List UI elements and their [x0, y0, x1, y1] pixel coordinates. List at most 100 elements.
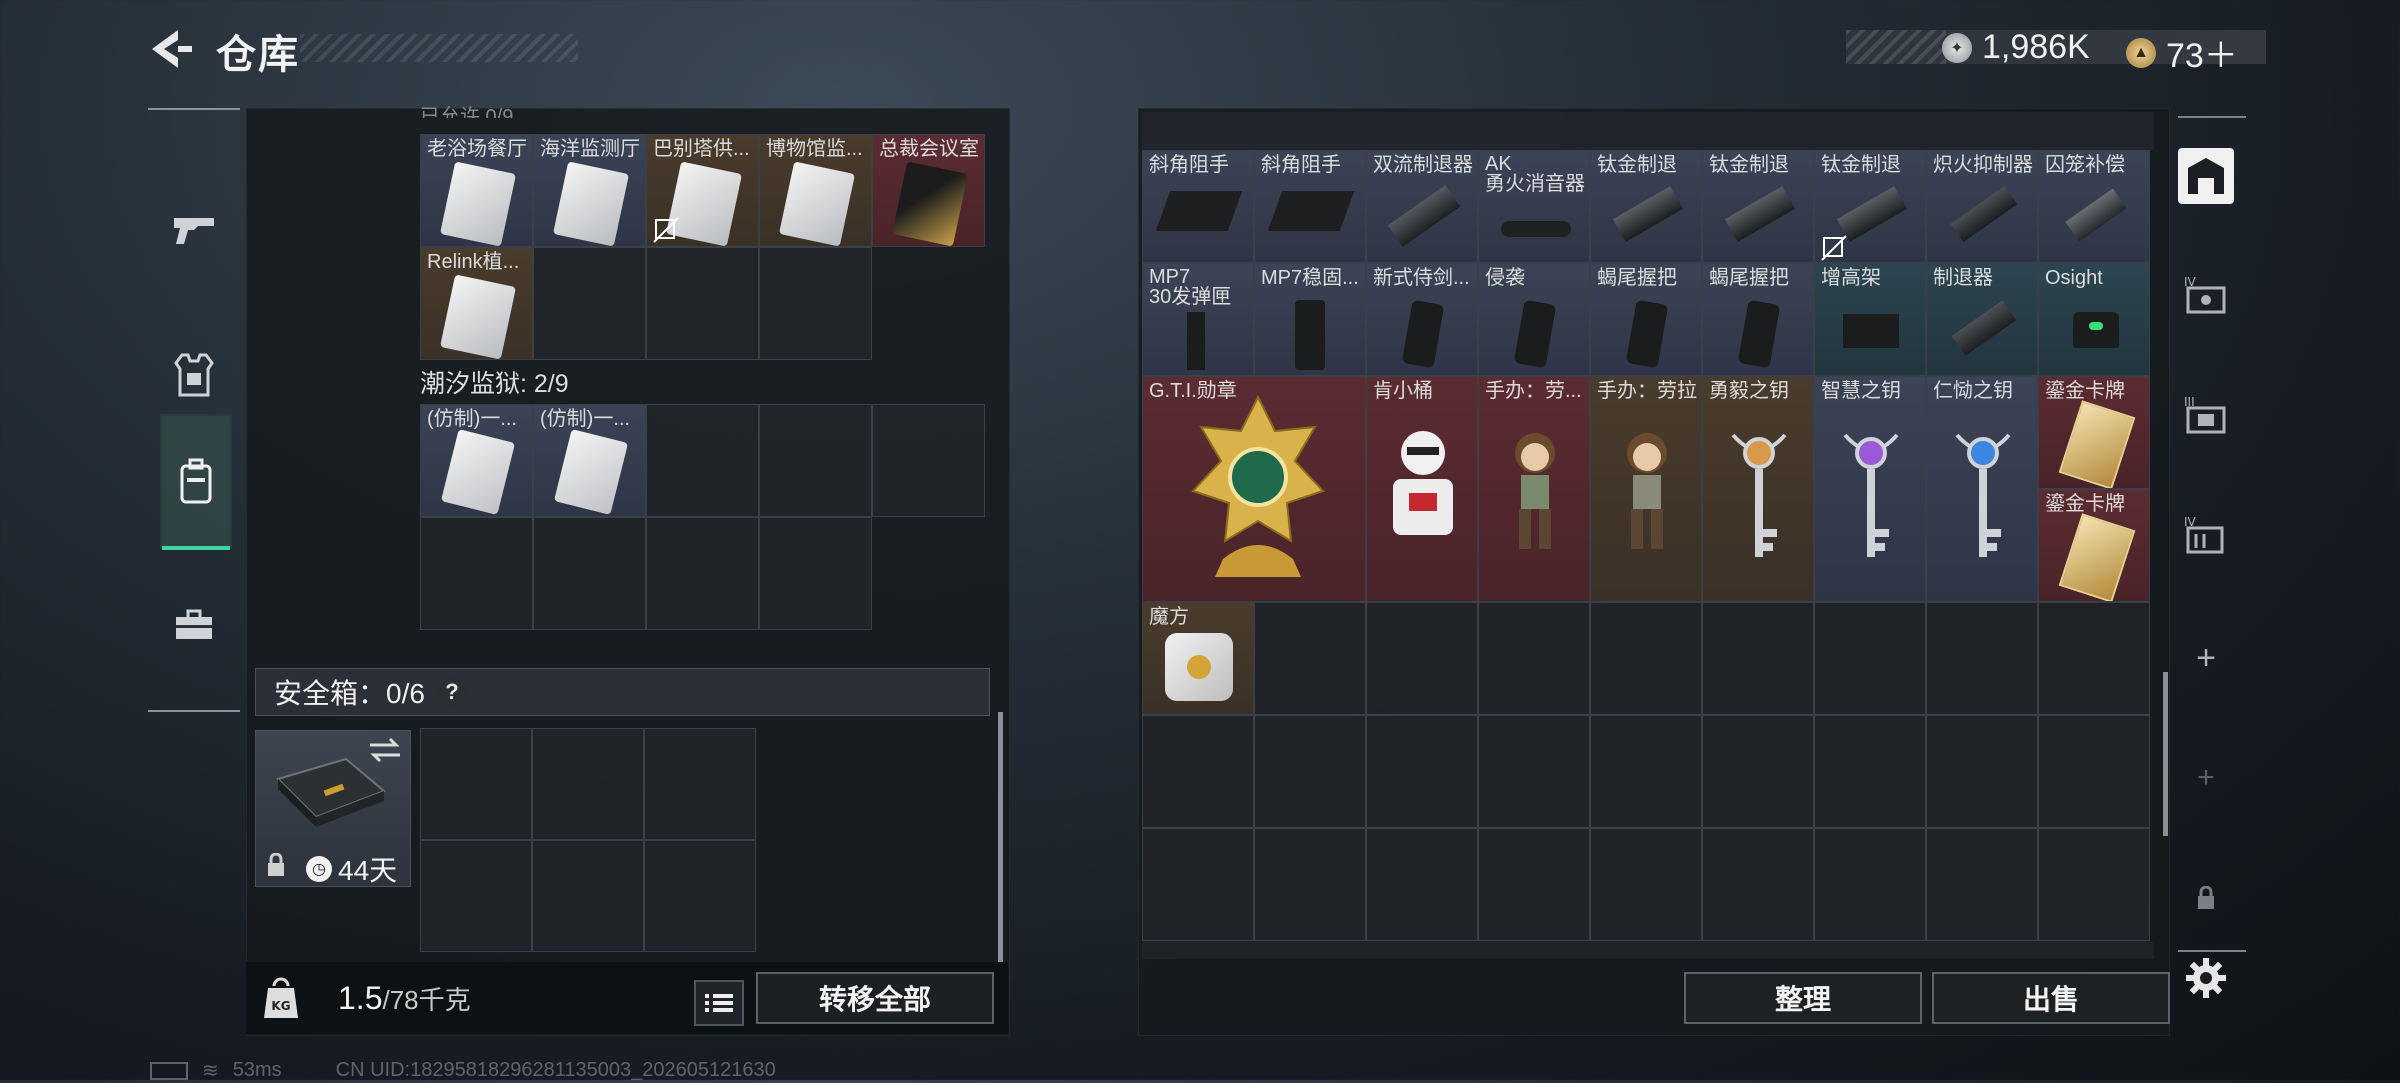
safe-slot[interactable]	[532, 840, 644, 952]
empty-slot[interactable]	[1254, 602, 1366, 715]
inventory-item[interactable]: 炽火抑制器	[1926, 150, 2038, 263]
empty-slot[interactable]	[1254, 828, 1366, 941]
inventory-item[interactable]: 海洋监测厅	[533, 134, 646, 247]
inventory-item[interactable]: 蝎尾握把	[1590, 263, 1702, 376]
inventory-item[interactable]: 智慧之钥	[1814, 376, 1926, 602]
inventory-item[interactable]: 钛金制退	[1814, 150, 1926, 263]
empty-slot[interactable]	[1814, 602, 1926, 715]
safe-slot[interactable]	[532, 728, 644, 840]
empty-slot[interactable]	[1366, 828, 1478, 941]
empty-slot[interactable]	[1590, 602, 1702, 715]
nav-weapons[interactable]	[160, 164, 228, 294]
empty-slot[interactable]	[533, 247, 646, 360]
empty-slot[interactable]	[1478, 602, 1590, 715]
inventory-item[interactable]: 钛金制退	[1590, 150, 1702, 263]
empty-slot[interactable]	[1142, 715, 1254, 828]
safe-slot[interactable]	[420, 728, 532, 840]
right-scrollbar[interactable]	[2163, 672, 2168, 836]
settings-button[interactable]	[2178, 950, 2234, 1006]
safe-slot[interactable]	[644, 728, 756, 840]
empty-slot[interactable]	[759, 247, 872, 360]
side-tab-storage-4[interactable]: IV	[2178, 268, 2234, 324]
inventory-item[interactable]: 斜角阻手	[1254, 150, 1366, 263]
empty-slot[interactable]	[533, 517, 646, 630]
item-label: 手办：劳...	[1485, 380, 1582, 402]
inventory-item[interactable]: (仿制)一...	[533, 404, 646, 517]
empty-slot[interactable]	[1478, 828, 1590, 941]
empty-slot[interactable]	[1814, 715, 1926, 828]
inventory-item[interactable]: 老浴场餐厅	[420, 134, 533, 247]
inventory-item[interactable]: AK 勇火消音器	[1478, 150, 1590, 263]
safe-slot[interactable]	[420, 840, 532, 952]
nav-equipment-case[interactable]	[160, 570, 228, 680]
inventory-item[interactable]: 新式侍剑...	[1366, 263, 1478, 376]
empty-slot[interactable]	[1814, 828, 1926, 941]
empty-slot[interactable]	[1366, 715, 1478, 828]
transfer-all-button[interactable]: 转移全部	[756, 972, 994, 1024]
empty-slot[interactable]	[2038, 602, 2150, 715]
empty-slot[interactable]	[1590, 828, 1702, 941]
inventory-item[interactable]: 增高架	[1814, 263, 1926, 376]
inventory-item[interactable]: 手办：劳拉	[1590, 376, 1702, 602]
inventory-item[interactable]: 钛金制退	[1702, 150, 1814, 263]
inventory-item[interactable]: 蝎尾握把	[1702, 263, 1814, 376]
empty-slot[interactable]	[646, 247, 759, 360]
swap-icon[interactable]	[368, 737, 402, 763]
inventory-item[interactable]: (仿制)一...	[420, 404, 533, 517]
empty-slot[interactable]	[1142, 828, 1254, 941]
inventory-item[interactable]: 制退器	[1926, 263, 2038, 376]
inventory-item[interactable]: Relink植...	[420, 247, 533, 360]
inventory-item[interactable]: 肯小桶	[1366, 376, 1478, 602]
safe-box-container[interactable]: ◷ 44天	[255, 730, 411, 887]
side-tab-storage-4b[interactable]: IV	[2178, 508, 2234, 564]
inventory-item[interactable]: MP7稳固...	[1254, 263, 1366, 376]
nav-backpack[interactable]	[160, 414, 232, 550]
inventory-item[interactable]: 魔方	[1142, 602, 1254, 715]
empty-slot[interactable]	[759, 517, 872, 630]
safe-slot[interactable]	[644, 840, 756, 952]
sell-button[interactable]: 出售	[1932, 972, 2170, 1024]
empty-slot[interactable]	[1926, 602, 2038, 715]
inventory-item[interactable]: 鎏金卡牌	[2038, 376, 2150, 489]
currency-coins[interactable]: ✦ 1,986K	[1942, 28, 2090, 67]
inventory-item[interactable]: 侵袭	[1478, 263, 1590, 376]
empty-slot[interactable]	[1702, 602, 1814, 715]
empty-slot[interactable]	[1254, 715, 1366, 828]
empty-slot[interactable]	[1366, 602, 1478, 715]
inventory-item[interactable]: MP7 30发弹匣	[1142, 263, 1254, 376]
empty-slot[interactable]	[1590, 715, 1702, 828]
empty-slot[interactable]	[2038, 828, 2150, 941]
organize-button[interactable]: 整理	[1684, 972, 1922, 1024]
help-icon[interactable]: ?	[436, 677, 467, 707]
empty-slot[interactable]	[1926, 828, 2038, 941]
inventory-item[interactable]: 博物馆监...	[759, 134, 872, 247]
empty-slot[interactable]	[872, 404, 985, 517]
inventory-item[interactable]: 斜角阻手	[1142, 150, 1254, 263]
side-tab-warehouse[interactable]	[2178, 148, 2234, 204]
empty-slot[interactable]	[1702, 828, 1814, 941]
empty-slot[interactable]	[2038, 715, 2150, 828]
inventory-item[interactable]: 仁恸之钥	[1926, 376, 2038, 602]
back-button[interactable]	[148, 26, 198, 72]
inventory-item[interactable]: 总裁会议室	[872, 134, 985, 247]
list-view-button[interactable]	[694, 980, 744, 1026]
inventory-item[interactable]: 双流制退器	[1366, 150, 1478, 263]
empty-slot[interactable]	[1478, 715, 1590, 828]
inventory-item[interactable]: G.T.I.勋章	[1142, 376, 1366, 602]
currency-tokens[interactable]: ▲ 73＋	[2126, 28, 2238, 77]
add-storage-icon[interactable]: +	[2178, 630, 2234, 686]
inventory-item[interactable]: 鎏金卡牌	[2038, 489, 2150, 602]
empty-slot[interactable]	[759, 404, 872, 517]
inventory-item[interactable]: 勇毅之钥	[1702, 376, 1814, 602]
empty-slot[interactable]	[1926, 715, 2038, 828]
empty-slot[interactable]	[646, 404, 759, 517]
empty-slot[interactable]	[1702, 715, 1814, 828]
inventory-item[interactable]: 手办：劳...	[1478, 376, 1590, 602]
inventory-item[interactable]: 囚笼补偿	[2038, 150, 2150, 263]
inventory-item[interactable]: Osight	[2038, 263, 2150, 376]
empty-slot[interactable]	[646, 517, 759, 630]
left-scrollbar[interactable]	[998, 712, 1003, 962]
inventory-item[interactable]: 巴别塔供...	[646, 134, 759, 247]
side-tab-storage-3[interactable]: III	[2178, 388, 2234, 444]
empty-slot[interactable]	[420, 517, 533, 630]
